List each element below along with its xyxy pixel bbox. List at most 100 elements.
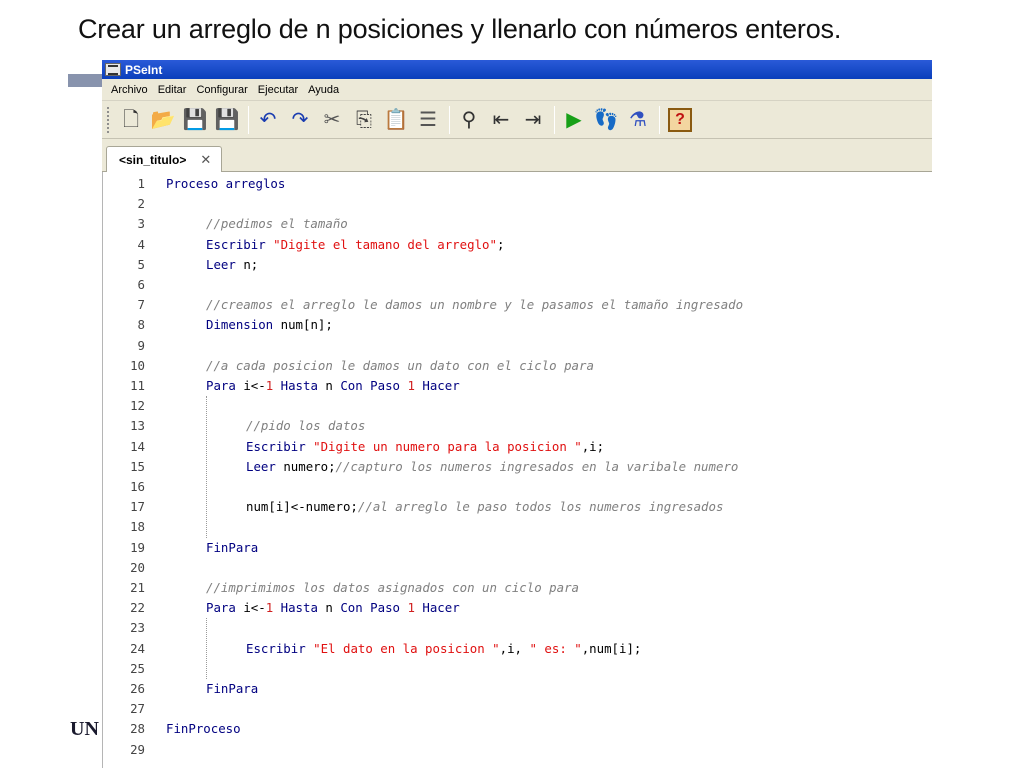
copy-icon[interactable]: ⎘: [349, 105, 379, 135]
slide-title: Crear un arreglo de n posiciones y llena…: [78, 14, 842, 44]
menu-editar[interactable]: Editar: [153, 84, 192, 96]
help-icon[interactable]: ?: [668, 107, 692, 132]
code-line[interactable]: 11 Para i<-1 Hasta n Con Paso 1 Hacer: [103, 376, 932, 396]
menu-ejecutar[interactable]: Ejecutar: [253, 84, 303, 96]
step-by-step-icon[interactable]: 👣: [591, 105, 621, 135]
code-line[interactable]: 20: [103, 558, 932, 578]
code-line[interactable]: 4 Escribir "Digite el tamano del arreglo"…: [103, 235, 932, 255]
code-line[interactable]: 18: [103, 517, 932, 537]
code-text: FinPara: [206, 538, 258, 558]
code-comment: //al arreglo le paso todos los numeros i…: [357, 499, 724, 515]
code-line[interactable]: 23: [103, 618, 932, 638]
code-text: Para i<-1 Hasta n Con Paso 1 Hacer: [206, 376, 460, 396]
code-token: num[n];: [280, 317, 333, 333]
line-number: 23: [130, 620, 145, 636]
run-icon[interactable]: ▶: [559, 105, 589, 135]
line-number: 26: [130, 681, 145, 696]
code-keyword: Leer: [206, 256, 244, 272]
code-token: i<-: [243, 600, 266, 616]
code-line[interactable]: 27: [103, 699, 932, 719]
line-number: 14: [130, 438, 145, 454]
line-number: 1: [137, 176, 145, 191]
code-keyword: Escribir: [206, 236, 274, 252]
code-line[interactable]: 21 //imprimimos los datos asignados con u…: [103, 578, 932, 598]
code-line[interactable]: 14 Escribir "Digite un numero para la pos…: [103, 437, 932, 457]
open-file-icon[interactable]: 📂: [148, 105, 178, 135]
code-keyword: Dimension: [206, 317, 281, 333]
menu-archivo[interactable]: Archivo: [106, 84, 153, 96]
code-line[interactable]: 25: [103, 659, 932, 679]
code-string: "Digite el tamano del arreglo": [273, 236, 497, 252]
code-line[interactable]: 24 Escribir "El dato en la posicion ",i, …: [103, 639, 932, 659]
code-line[interactable]: 19 FinPara: [103, 538, 932, 558]
line-number: 8: [137, 317, 145, 333]
code-text: num[i]<-numero;//al arreglo le paso todo…: [246, 497, 723, 517]
code-text: Leer numero;//capturo los numeros ingres…: [246, 457, 738, 477]
undo-icon[interactable]: ↶: [253, 105, 283, 135]
line-number: 3: [137, 216, 145, 232]
line-number: 28: [130, 721, 145, 737]
toolbar-separator: [554, 105, 555, 134]
code-line[interactable]: 28 FinProceso: [103, 719, 932, 739]
save-as-icon[interactable]: 💾: [212, 105, 242, 135]
code-keyword: Con Paso: [340, 378, 408, 393]
menu-configurar[interactable]: Configurar: [191, 84, 252, 96]
code-token: n: [325, 378, 341, 393]
toolbar-separator: [659, 105, 660, 134]
redo-icon[interactable]: ↷: [285, 105, 315, 135]
code-line[interactable]: 7 //creamos el arreglo le damos un nombre…: [103, 295, 932, 315]
code-keyword: Para: [206, 378, 244, 393]
code-keyword: Hacer: [414, 600, 460, 616]
paste-icon[interactable]: 📋: [381, 105, 411, 135]
code-line[interactable]: 8 Dimension num[n];: [103, 315, 932, 335]
code-text: Leer n;: [206, 255, 258, 275]
find-icon[interactable]: ⚲: [454, 105, 484, 135]
toolbar-grip[interactable]: [106, 105, 110, 134]
code-line[interactable]: 22 Para i<-1 Hasta n Con Paso 1 Hacer: [103, 598, 932, 618]
code-comment: //capturo los numeros ingresados en la v…: [335, 458, 739, 474]
code-line[interactable]: 10 //a cada posicion le damos un dato con…: [103, 356, 932, 376]
code-line[interactable]: 16: [103, 477, 932, 497]
code-token: n;: [243, 256, 259, 272]
code-line[interactable]: 17 num[i]<-numero;//al arreglo le paso to…: [103, 497, 932, 517]
code-comment: //pido los datos: [246, 418, 366, 434]
indent-icon[interactable]: ☰: [413, 105, 443, 135]
line-number: 16: [130, 479, 145, 494]
code-line[interactable]: 6: [103, 275, 932, 295]
code-line[interactable]: 13 //pido los datos: [103, 416, 932, 436]
new-file-icon[interactable]: 🗋: [116, 105, 146, 135]
code-keyword: Proceso arreglos: [166, 176, 286, 191]
code-number: 1: [407, 600, 415, 616]
flowchart-icon[interactable]: ⚗: [623, 105, 653, 135]
code-string: " es: ": [529, 640, 582, 656]
code-line[interactable]: 3 //pedimos el tamaño: [103, 214, 932, 234]
code-line[interactable]: 29: [103, 740, 932, 760]
indent-guide: [206, 396, 207, 538]
code-keyword: Con Paso: [340, 600, 408, 616]
save-icon[interactable]: 💾: [180, 105, 210, 135]
window-titlebar[interactable]: PSeInt: [102, 60, 932, 79]
close-icon[interactable]: ✕: [200, 152, 211, 168]
cut-icon[interactable]: ✂: [317, 105, 347, 135]
code-line[interactable]: 15 Leer numero;//capturo los numeros ingr…: [103, 457, 932, 477]
code-line[interactable]: 2: [103, 194, 932, 214]
find-next-icon[interactable]: ⇥: [518, 105, 548, 135]
find-previous-icon[interactable]: ⇤: [486, 105, 516, 135]
toolbar: 🗋 📂 💾 💾 ↶ ↷ ✂ ⎘ 📋 ☰ ⚲ ⇤ ⇥ ▶ 👣 ⚗?: [102, 101, 932, 139]
line-number: 12: [130, 398, 145, 414]
line-number: 9: [137, 337, 145, 353]
line-number: 2: [137, 196, 145, 212]
tab-sin-titulo[interactable]: <sin_titulo> ✕: [106, 146, 223, 172]
code-line[interactable]: 1 Proceso arreglos: [103, 174, 932, 194]
code-comment: //imprimimos los datos asignados con un …: [206, 580, 579, 595]
tab-strip: <sin_titulo> ✕: [102, 139, 932, 172]
line-number: 27: [130, 701, 145, 717]
line-number: 24: [130, 640, 145, 656]
code-line[interactable]: 9: [103, 336, 932, 356]
code-editor[interactable]: 1 Proceso arreglos 2 3//pedimos el tamaño 4 E…: [102, 172, 932, 768]
line-number: 18: [130, 519, 145, 535]
code-line[interactable]: 5 Leer n;: [103, 255, 932, 275]
code-line[interactable]: 26 FinPara: [103, 679, 932, 699]
menu-ayuda[interactable]: Ayuda: [303, 84, 344, 96]
code-line[interactable]: 12: [103, 396, 932, 416]
